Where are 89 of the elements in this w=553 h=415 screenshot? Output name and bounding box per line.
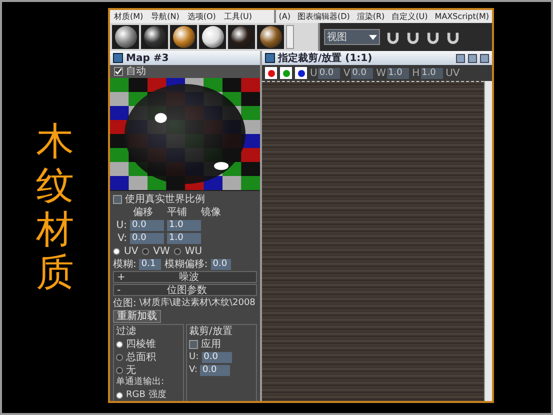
field-label: V:	[189, 364, 198, 376]
field-label: 模糊:	[113, 258, 136, 270]
value-field[interactable]: 0.0	[318, 68, 340, 78]
field-label: 模糊偏移:	[164, 258, 208, 270]
radio-label: WU	[184, 246, 202, 256]
checkbox[interactable]	[113, 194, 122, 204]
checkbox-label: 自动	[126, 66, 146, 77]
radio-label: UV	[124, 246, 138, 256]
scrollbar[interactable]	[484, 81, 492, 401]
rollout-header[interactable]: - 位图参数	[113, 284, 257, 296]
caret-icon	[369, 33, 377, 41]
radio-button[interactable]	[116, 366, 123, 374]
minimize-button[interactable]	[456, 54, 465, 62]
radio-button[interactable]	[116, 340, 123, 348]
material-sphere[interactable]	[230, 26, 252, 48]
radio-button[interactable]	[113, 248, 120, 254]
crop-field[interactable]: 0.0	[200, 364, 230, 376]
mode-label: UV	[446, 68, 460, 78]
field-label: U:	[189, 352, 199, 362]
menu-item[interactable]: (A)	[278, 11, 290, 22]
expand-sign: -	[117, 284, 121, 296]
checkbox-label: 使用真实世界比例	[125, 194, 205, 204]
field-label: V:	[116, 232, 127, 244]
radio-button[interactable]	[116, 354, 123, 360]
radio-label: 四棱锥	[126, 338, 156, 350]
menu-item[interactable]: 工具(U)	[224, 11, 252, 22]
field-label: U:	[115, 220, 127, 230]
material-sphere[interactable]	[144, 26, 166, 48]
reload-button[interactable]: 重新加载	[113, 310, 161, 323]
radio-label: RGB 强度	[126, 390, 166, 400]
caption-title: 木纹材质	[36, 120, 74, 295]
maximize-button[interactable]	[468, 54, 477, 62]
material-sphere[interactable]	[202, 26, 224, 48]
tiling-field[interactable]: 1.0	[167, 232, 201, 244]
radio-button[interactable]	[174, 248, 181, 254]
checkbox[interactable]	[114, 67, 123, 76]
radio-button[interactable]	[142, 248, 150, 254]
radio-label: VW	[153, 246, 170, 256]
menu-item[interactable]: 渲染(R)	[356, 11, 385, 22]
menu-item[interactable]: 图表编辑器(D)	[297, 11, 350, 22]
value-field[interactable]: 0.0	[351, 68, 374, 78]
radio-label: 总面积	[126, 352, 156, 362]
offset-field[interactable]: 0.0	[130, 220, 164, 230]
window-icon	[265, 53, 275, 63]
magnet-icon[interactable]	[406, 30, 420, 44]
blur-offset-field[interactable]: 0.0	[210, 258, 231, 270]
crop-field[interactable]: 0.0	[202, 352, 232, 362]
offset-field[interactable]: 0.0	[130, 232, 164, 244]
material-sphere[interactable]	[260, 26, 282, 48]
field-label: V	[343, 68, 350, 78]
rollout-header[interactable]: + 噪波	[113, 271, 257, 283]
checkbox[interactable]	[189, 340, 198, 348]
menu-item[interactable]: 自定义(U)	[392, 11, 428, 22]
material-sphere[interactable]	[172, 26, 194, 48]
bitmap-path: \材质库\建达素材\木纹\2008	[139, 298, 256, 308]
field-label: U	[310, 68, 318, 78]
menu-item[interactable]: MAXScript(M)	[434, 11, 489, 22]
radio-button[interactable]	[116, 392, 123, 398]
value-field[interactable]: 1.0	[420, 68, 443, 78]
checkbox-label: 应用	[201, 338, 221, 350]
window-icon	[113, 53, 123, 63]
material-sphere[interactable]	[114, 26, 136, 48]
group-title: 单通道输出:	[116, 377, 166, 388]
window-title: 指定裁剪/放置 (1:1)	[278, 51, 374, 65]
column-header: 镜像	[201, 206, 221, 218]
window-title: Map #3	[126, 52, 170, 64]
viewport-dropdown[interactable]: 视图	[324, 29, 380, 45]
magnet-icon[interactable]	[446, 30, 460, 44]
field-label: 位图:	[113, 298, 136, 308]
group-title: 裁剪/放置	[189, 326, 234, 337]
tiling-field[interactable]: 1.0	[167, 220, 201, 230]
rollout-title: 噪波	[178, 270, 200, 284]
scrollbar[interactable]	[286, 25, 294, 49]
group-title: 过滤	[116, 326, 136, 337]
field-label: H	[412, 68, 420, 78]
field-label: W	[376, 68, 386, 78]
column-header: 偏移	[133, 206, 153, 218]
radio-label: 无	[126, 364, 136, 376]
expand-sign: +	[117, 272, 126, 282]
blur-field[interactable]: 0.1	[139, 258, 162, 270]
value-field[interactable]: 1.0	[387, 68, 410, 78]
close-button[interactable]	[480, 54, 489, 62]
menu-item[interactable]: 选项(O)	[187, 11, 216, 22]
magnet-icon[interactable]	[426, 30, 440, 44]
rollout-title: 位图参数	[166, 284, 208, 297]
menu-item[interactable]: 材质(M)	[114, 11, 144, 22]
menu-item[interactable]: 导航(N)	[151, 11, 180, 22]
column-header: 平铺	[167, 206, 187, 218]
magnet-icon[interactable]	[386, 30, 400, 44]
